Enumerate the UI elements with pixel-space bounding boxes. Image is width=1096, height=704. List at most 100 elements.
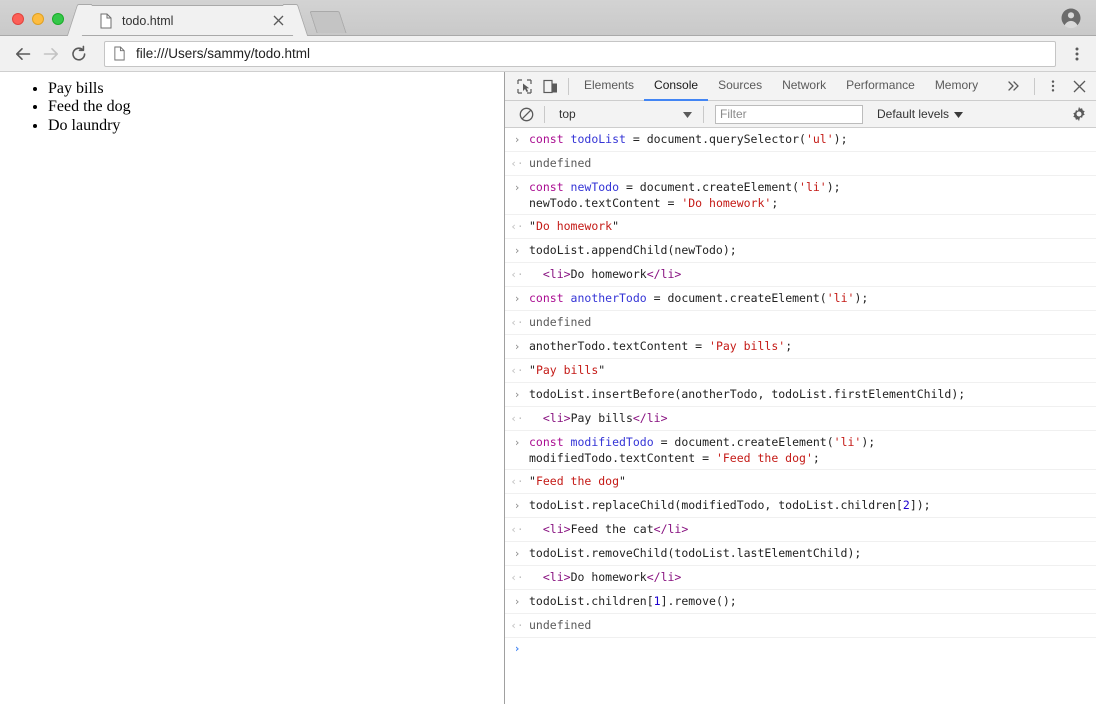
arrow-right-icon <box>43 47 58 60</box>
devtools-tab-console[interactable]: Console <box>644 72 709 101</box>
console-row-text: undefined <box>529 618 592 632</box>
console-input-row: › const modifiedTodo = document.createEle… <box>505 431 1096 470</box>
zoom-window-button[interactable] <box>52 13 64 25</box>
console-row-text: "Do homework" <box>529 219 620 233</box>
close-window-button[interactable] <box>12 13 24 25</box>
result-arrow-icon: ‹· <box>510 475 524 488</box>
gear-icon <box>1073 106 1085 122</box>
console-result-row: ‹· <li>Do homework</li> <box>505 566 1096 590</box>
window-controls <box>0 13 74 35</box>
devtools-tab-elements[interactable]: Elements <box>574 72 644 101</box>
console-result-row: ‹· <li>Pay bills</li> <box>505 407 1096 431</box>
console-result-row: ‹· <li>Do homework</li> <box>505 263 1096 287</box>
browser-toolbar: file:///Users/sammy/todo.html <box>0 36 1096 72</box>
browser-menu-button[interactable] <box>1066 41 1088 67</box>
reload-button[interactable] <box>66 41 92 67</box>
reload-icon <box>72 45 86 61</box>
input-caret-icon: › <box>513 499 521 512</box>
prompt-caret-icon: › <box>513 642 521 655</box>
filterbar-divider-2 <box>703 105 704 123</box>
devtools-panel: Elements Console Sources Network Performance… <box>505 72 1096 704</box>
result-arrow-icon: ‹· <box>510 619 524 632</box>
devtools-tab-sources[interactable]: Sources <box>708 72 772 101</box>
console-row-text: anotherTodo.textContent = 'Pay bills'; <box>529 339 793 353</box>
page-content: Pay billsFeed the dogDo laundry <box>0 72 505 704</box>
devtools-menu-button[interactable] <box>1040 74 1066 98</box>
input-caret-icon: › <box>513 133 521 146</box>
console-result-row: ‹· "Pay bills" <box>505 359 1096 383</box>
console-input-row: › const newTodo = document.createElement(… <box>505 176 1096 215</box>
chevron-down-icon <box>954 107 964 121</box>
devtools-settings-button[interactable] <box>1068 103 1090 125</box>
console-row-text: todoList.appendChild(newTodo); <box>529 243 737 257</box>
document-icon <box>99 13 113 29</box>
devtools-tab-network[interactable]: Network <box>772 72 836 101</box>
result-arrow-icon: ‹· <box>510 316 524 329</box>
console-row-text: undefined <box>529 315 592 329</box>
device-toolbar-icon[interactable] <box>537 74 563 98</box>
new-tab-button[interactable] <box>309 11 347 33</box>
inspect-element-icon[interactable] <box>511 74 537 98</box>
kebab-menu-icon <box>1051 80 1055 92</box>
input-caret-icon: › <box>513 388 521 401</box>
result-arrow-icon: ‹· <box>510 364 524 377</box>
console-row-text: todoList.replaceChild(modifiedTodo, todo… <box>529 498 931 512</box>
console-output[interactable]: › const todoList = document.querySelector… <box>505 128 1096 704</box>
arrow-left-icon <box>16 47 31 60</box>
address-bar[interactable]: file:///Users/sammy/todo.html <box>104 40 1056 67</box>
console-row-text: todoList.children[1].remove(); <box>529 594 737 608</box>
console-row-text: todoList.insertBefore(anotherTodo, todoL… <box>529 387 966 401</box>
console-row-text: <li>Feed the cat</li> <box>542 522 689 536</box>
console-input-row: › todoList.children[1].remove(); <box>505 590 1096 614</box>
todo-list-item: Do laundry <box>48 117 496 135</box>
console-result-row: ‹· "Feed the dog" <box>505 470 1096 494</box>
console-context-selector[interactable]: top <box>550 105 698 124</box>
chevron-double-right-icon[interactable] <box>999 79 1029 93</box>
todo-list-item: Feed the dog <box>48 98 496 116</box>
console-result-row: ‹· "Do homework" <box>505 215 1096 239</box>
console-row-text: <li>Do homework</li> <box>542 570 682 584</box>
devtools-close-button[interactable] <box>1066 74 1092 98</box>
console-result-row: ‹· undefined <box>505 614 1096 638</box>
console-result-row: ‹· undefined <box>505 152 1096 176</box>
console-filter-bar: top Default levels <box>505 101 1096 128</box>
console-result-row: ‹· undefined <box>505 311 1096 335</box>
close-icon <box>1073 80 1085 92</box>
clear-console-icon[interactable] <box>513 102 539 126</box>
minimize-window-button[interactable] <box>32 13 44 25</box>
forward-button[interactable] <box>38 41 64 67</box>
back-button[interactable] <box>10 41 36 67</box>
console-filter-input[interactable] <box>715 104 863 124</box>
console-row-text: <li>Pay bills</li> <box>542 411 668 425</box>
console-row-text: const todoList = document.querySelector(… <box>529 132 848 146</box>
account-circle-icon[interactable] <box>1060 7 1082 29</box>
result-arrow-icon: ‹· <box>510 412 524 425</box>
devtools-toolbar: Elements Console Sources Network Performance… <box>505 72 1096 101</box>
result-arrow-icon: ‹· <box>510 157 524 170</box>
console-row-text: "Feed the dog" <box>529 474 626 488</box>
input-caret-icon: › <box>513 181 521 194</box>
devtools-tab-list: Elements Console Sources Network Performance… <box>574 72 999 101</box>
document-icon <box>113 46 127 62</box>
filterbar-divider <box>544 105 545 123</box>
console-input-row: › todoList.insertBefore(anotherTodo, todo… <box>505 383 1096 407</box>
console-prompt-row[interactable]: › <box>505 638 1096 660</box>
browser-tab-todo-html[interactable]: todo.html <box>80 5 295 35</box>
close-icon[interactable] <box>270 13 286 29</box>
input-caret-icon: › <box>513 292 521 305</box>
address-bar-url: file:///Users/sammy/todo.html <box>136 46 311 61</box>
console-row-text: "Pay bills" <box>529 363 606 377</box>
console-row-text: const modifiedTodo = document.createElem… <box>529 435 876 465</box>
console-input-row: › todoList.appendChild(newTodo); <box>505 239 1096 263</box>
tab-title: todo.html <box>122 13 174 28</box>
console-levels-selector[interactable]: Default levels <box>877 107 964 121</box>
devtools-tab-memory[interactable]: Memory <box>925 72 988 101</box>
console-input-row: › todoList.removeChild(todoList.lastEleme… <box>505 542 1096 566</box>
console-row-text: <li>Do homework</li> <box>542 267 682 281</box>
devtools-tab-performance[interactable]: Performance <box>836 72 925 101</box>
viewport: Pay billsFeed the dogDo laundry <box>0 72 1096 704</box>
console-input-row: › anotherTodo.textContent = 'Pay bills'; <box>505 335 1096 359</box>
console-row-text: const newTodo = document.createElement('… <box>529 180 841 210</box>
result-arrow-icon: ‹· <box>510 220 524 233</box>
console-input-row: › todoList.replaceChild(modifiedTodo, tod… <box>505 494 1096 518</box>
